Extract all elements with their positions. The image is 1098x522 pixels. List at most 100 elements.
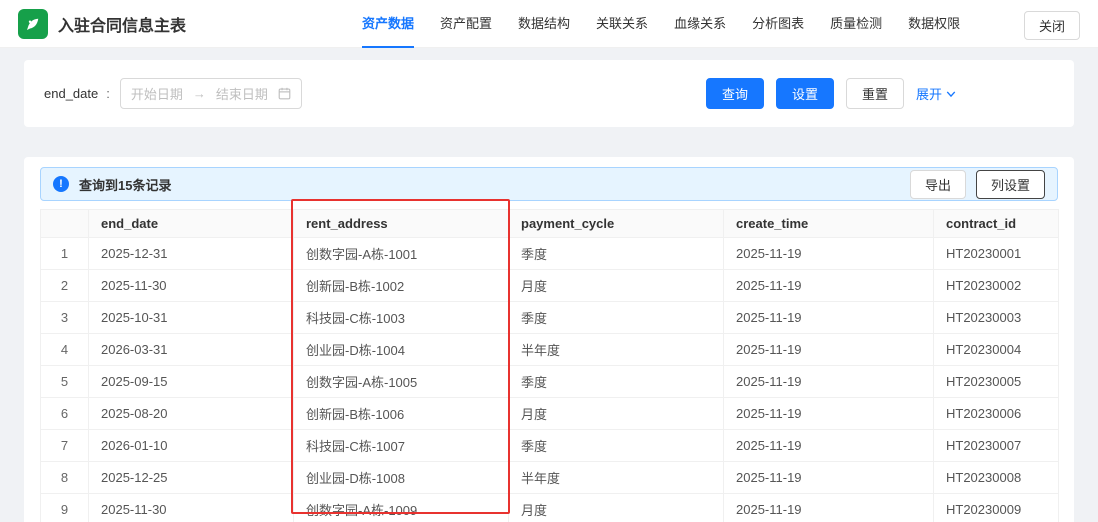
table-row: 62025-08-20创新园-B栋-1006月度2025-11-19HT2023… (41, 398, 1059, 430)
app-logo-icon (18, 9, 48, 39)
filter-panel: end_date : 开始日期 → 结束日期 查询 设置 重置 (24, 60, 1074, 127)
chevron-down-icon (946, 89, 956, 99)
cell-payment_cycle: 季度 (509, 238, 724, 270)
row-index-cell: 6 (41, 398, 89, 430)
cell-end_date: 2025-12-31 (89, 238, 294, 270)
column-settings-button[interactable]: 列设置 (976, 170, 1045, 199)
info-icon: ! (53, 176, 69, 192)
range-arrow-icon: → (193, 86, 206, 101)
top-header: 入驻合同信息主表 资产数据资产配置数据结构关联关系血缘关系分析图表质量检测数据权… (0, 0, 1098, 48)
table-row: 52025-09-15创数字园-A栋-1005季度2025-11-19HT202… (41, 366, 1059, 398)
reset-button[interactable]: 重置 (846, 78, 904, 109)
cell-contract_id: HT20230003 (934, 302, 1059, 334)
row-index-cell: 9 (41, 494, 89, 522)
table-row: 82025-12-25创业园-D栋-1008半年度2025-11-19HT202… (41, 462, 1059, 494)
cell-end_date: 2025-11-30 (89, 494, 294, 522)
date-range-picker[interactable]: 开始日期 → 结束日期 (120, 78, 302, 109)
cell-payment_cycle: 季度 (509, 430, 724, 462)
cell-payment_cycle: 月度 (509, 398, 724, 430)
results-panel: ! 查询到15条记录 导出 列设置 end_daterent_addresspa… (24, 157, 1074, 522)
row-index-header (41, 210, 89, 238)
export-button[interactable]: 导出 (910, 170, 966, 199)
cell-create_time: 2025-11-19 (724, 270, 934, 302)
page-content: end_date : 开始日期 → 结束日期 查询 设置 重置 (0, 48, 1098, 522)
cell-create_time: 2025-11-19 (724, 238, 934, 270)
cell-contract_id: HT20230008 (934, 462, 1059, 494)
result-summary-bar: ! 查询到15条记录 导出 列设置 (40, 167, 1058, 201)
cell-contract_id: HT20230005 (934, 366, 1059, 398)
tab-数据结构[interactable]: 数据结构 (518, 0, 570, 48)
table-row: 72026-01-10科技园-C栋-1007季度2025-11-19HT2023… (41, 430, 1059, 462)
close-button[interactable]: 关闭 (1024, 11, 1080, 40)
table-row: 42026-03-31创业园-D栋-1004半年度2025-11-19HT202… (41, 334, 1059, 366)
column-header-end_date: end_date (89, 210, 294, 238)
cell-rent_address: 创数字园-A栋-1001 (294, 238, 509, 270)
cell-rent_address: 创新园-B栋-1002 (294, 270, 509, 302)
calendar-icon (278, 87, 291, 100)
cell-rent_address: 创业园-D栋-1008 (294, 462, 509, 494)
cell-create_time: 2025-11-19 (724, 302, 934, 334)
filter-colon: : (106, 86, 110, 101)
cell-rent_address: 创数字园-A栋-1005 (294, 366, 509, 398)
filter-actions: 查询 设置 重置 展开 (706, 78, 956, 109)
cell-contract_id: HT20230004 (934, 334, 1059, 366)
cell-contract_id: HT20230009 (934, 494, 1059, 522)
tab-分析图表[interactable]: 分析图表 (752, 0, 804, 48)
table-body: 12025-12-31创数字园-A栋-1001季度2025-11-19HT202… (41, 238, 1059, 522)
row-index-cell: 4 (41, 334, 89, 366)
filter-field-label: end_date (44, 86, 98, 101)
cell-create_time: 2025-11-19 (724, 334, 934, 366)
cell-payment_cycle: 半年度 (509, 462, 724, 494)
cell-end_date: 2025-08-20 (89, 398, 294, 430)
tab-数据权限[interactable]: 数据权限 (908, 0, 960, 48)
cell-end_date: 2025-10-31 (89, 302, 294, 334)
row-index-cell: 2 (41, 270, 89, 302)
cell-payment_cycle: 季度 (509, 366, 724, 398)
row-index-cell: 3 (41, 302, 89, 334)
page-title: 入驻合同信息主表 (58, 12, 186, 36)
row-index-cell: 5 (41, 366, 89, 398)
cell-payment_cycle: 季度 (509, 302, 724, 334)
cell-end_date: 2026-01-10 (89, 430, 294, 462)
tab-bar: 资产数据资产配置数据结构关联关系血缘关系分析图表质量检测数据权限 (362, 0, 960, 48)
cell-create_time: 2025-11-19 (724, 366, 934, 398)
column-header-rent_address: rent_address (294, 210, 509, 238)
row-index-cell: 1 (41, 238, 89, 270)
cell-contract_id: HT20230006 (934, 398, 1059, 430)
tab-血缘关系[interactable]: 血缘关系 (674, 0, 726, 48)
result-count-text: 查询到15条记录 (79, 175, 171, 194)
column-header-payment_cycle: payment_cycle (509, 210, 724, 238)
column-header-contract_id: contract_id (934, 210, 1059, 238)
tab-关联关系[interactable]: 关联关系 (596, 0, 648, 48)
cell-contract_id: HT20230002 (934, 270, 1059, 302)
cell-rent_address: 创新园-B栋-1006 (294, 398, 509, 430)
expand-label: 展开 (916, 84, 942, 103)
end-date-filter: end_date : 开始日期 → 结束日期 (44, 78, 302, 109)
cell-end_date: 2025-09-15 (89, 366, 294, 398)
cell-contract_id: HT20230001 (934, 238, 1059, 270)
end-date-placeholder[interactable]: 结束日期 (216, 84, 268, 103)
cell-payment_cycle: 月度 (509, 270, 724, 302)
cell-end_date: 2025-11-30 (89, 270, 294, 302)
cell-rent_address: 科技园-C栋-1007 (294, 430, 509, 462)
cell-create_time: 2025-11-19 (724, 462, 934, 494)
cell-end_date: 2026-03-31 (89, 334, 294, 366)
tab-质量检测[interactable]: 质量检测 (830, 0, 882, 48)
cell-rent_address: 创数字园-A栋-1009 (294, 494, 509, 522)
query-button[interactable]: 查询 (706, 78, 764, 109)
table-row: 22025-11-30创新园-B栋-1002月度2025-11-19HT2023… (41, 270, 1059, 302)
row-index-cell: 7 (41, 430, 89, 462)
table-row: 92025-11-30创数字园-A栋-1009月度2025-11-19HT202… (41, 494, 1059, 522)
expand-toggle[interactable]: 展开 (916, 84, 956, 103)
row-index-cell: 8 (41, 462, 89, 494)
tab-资产数据[interactable]: 资产数据 (362, 0, 414, 48)
cell-rent_address: 创业园-D栋-1004 (294, 334, 509, 366)
column-header-create_time: create_time (724, 210, 934, 238)
cell-payment_cycle: 半年度 (509, 334, 724, 366)
tab-资产配置[interactable]: 资产配置 (440, 0, 492, 48)
start-date-placeholder[interactable]: 开始日期 (131, 84, 183, 103)
cell-contract_id: HT20230007 (934, 430, 1059, 462)
cell-end_date: 2025-12-25 (89, 462, 294, 494)
cell-rent_address: 科技园-C栋-1003 (294, 302, 509, 334)
settings-button[interactable]: 设置 (776, 78, 834, 109)
